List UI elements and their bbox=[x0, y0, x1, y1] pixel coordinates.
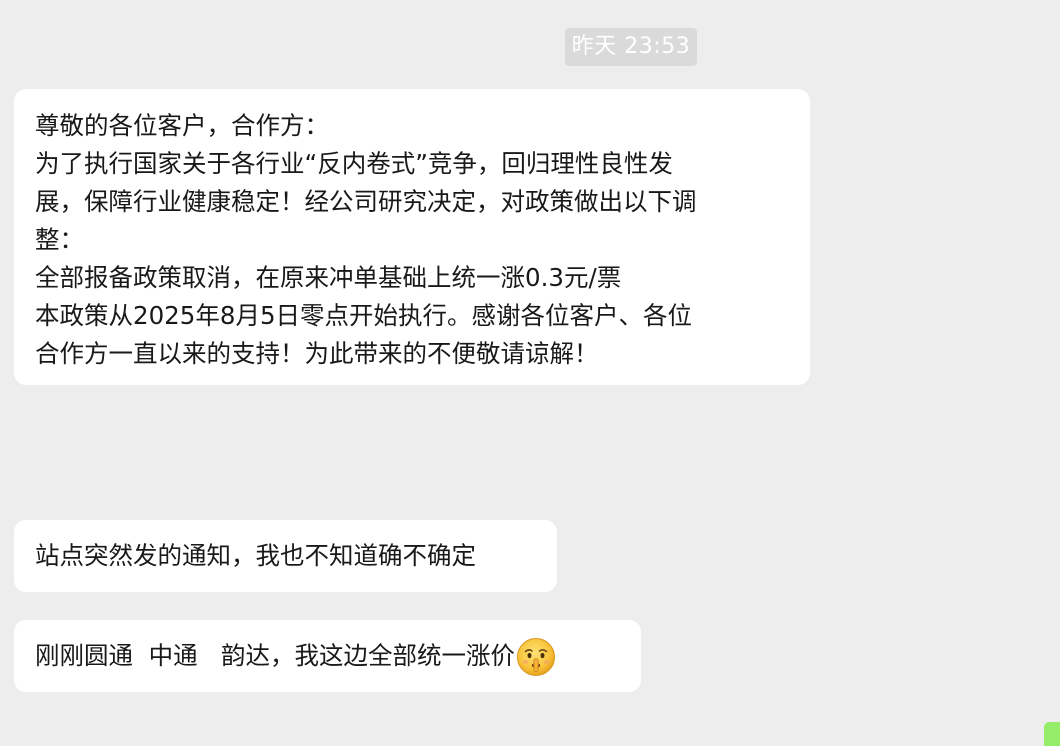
message-timestamp: 昨天 23:53 bbox=[565, 28, 697, 66]
message-line: 本政策从2025年8月5日零点开始执行。感谢各位客户、各位 bbox=[35, 301, 693, 330]
message-line: 合作方一直以来的支持！为此带来的不便敬请谅解！ bbox=[35, 339, 599, 368]
outgoing-bubble-edge bbox=[1044, 722, 1060, 746]
message-text: 刚刚圆通 中通 韵达，我这边全部统一涨价 bbox=[35, 641, 515, 670]
message-bubble[interactable]: 站点突然发的通知，我也不知道确不确定 bbox=[14, 520, 557, 592]
message-bubble[interactable]: 刚刚圆通 中通 韵达，我这边全部统一涨价 bbox=[14, 620, 641, 692]
message-text: 站点突然发的通知，我也不知道确不确定 bbox=[35, 541, 476, 570]
message-line: 整： bbox=[35, 225, 84, 254]
shushing-face-emoji-icon bbox=[516, 637, 556, 677]
message-line: 为了执行国家关于各行业“反内卷式”竞争，回归理性良性发 bbox=[35, 149, 673, 178]
message-line: 全部报备政策取消，在原来冲单基础上统一涨0.3元/票 bbox=[35, 263, 622, 292]
message-bubble-notice[interactable]: 尊敬的各位客户，合作方： 为了执行国家关于各行业“反内卷式”竞争，回归理性良性发… bbox=[14, 89, 810, 385]
message-line: 尊敬的各位客户，合作方： bbox=[35, 111, 329, 140]
message-line: 展，保障行业健康稳定！经公司研究决定，对政策做出以下调 bbox=[35, 187, 697, 216]
